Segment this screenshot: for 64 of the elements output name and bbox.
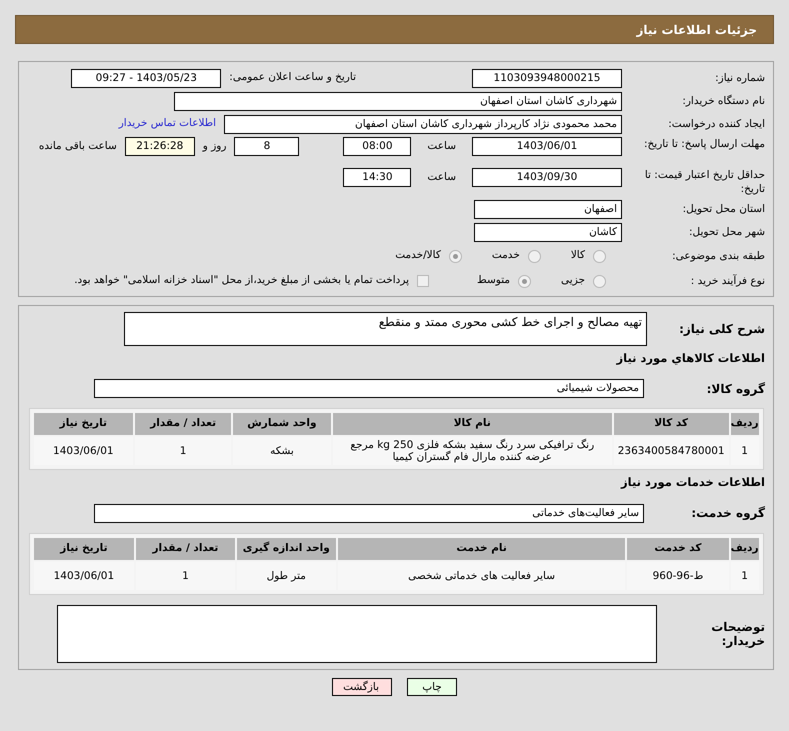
date-field: 1403/09/30: [472, 168, 622, 187]
field-label: شماره نیاز:: [714, 71, 765, 85]
time-field: 08:00: [343, 137, 412, 156]
field-label: ساعت باقی مانده: [38, 139, 117, 154]
field-label: شرح کلی نیاز:: [678, 322, 765, 336]
column-header: نام خدمت: [338, 538, 626, 560]
announce-date-field: 1403/05/23 - 09:27: [71, 68, 222, 88]
buyer-contact-link[interactable]: اطلاعات تماس خریدار: [118, 116, 216, 132]
goods-group-field: محصولات شیمیائی: [94, 379, 644, 398]
field-label: روز و: [202, 139, 226, 154]
column-header: تعداد / مقدار: [136, 538, 235, 560]
column-header: کد کالا: [614, 413, 729, 436]
radio-button[interactable]: [593, 274, 606, 288]
section-title: اطلاعات خدمات مورد نیاز: [620, 474, 765, 492]
city-field: کاشان: [474, 222, 622, 242]
checkbox[interactable]: [417, 275, 430, 287]
buyer-org-field: شهرداری کاشان استان اصفهان: [174, 92, 622, 110]
province-field: اصفهان: [474, 200, 622, 218]
field-label: گروه کالا:: [706, 382, 765, 396]
column-header: واحد اندازه گیری: [236, 538, 336, 560]
days-field: 8: [234, 137, 300, 156]
radio-label: متوسط: [477, 273, 510, 288]
field-label: استان محل تحویل:: [682, 202, 765, 216]
radio-label: جزیی: [561, 273, 585, 288]
column-header: نام کالا: [332, 413, 612, 436]
need-number-field: 1103093948000215: [472, 68, 622, 88]
requester-field: محمد محمودی نژاد کارپرداز شهرداری کاشان استان اصفهان: [224, 114, 622, 134]
radio-label: کالا: [570, 248, 585, 264]
field-label: شهر محل تحویل:: [688, 225, 765, 239]
column-header: تعداد / مقدار: [135, 413, 232, 436]
remaining-time-field: 21:26:28: [124, 137, 195, 156]
field-label: ایجاد کننده درخواست:: [667, 117, 765, 131]
radio-button[interactable]: [448, 250, 462, 262]
page-title: جزئیات اطلاعات نیاز: [636, 22, 757, 38]
radio-button[interactable]: [518, 274, 532, 288]
field-label: نوع فرآیند خرید :: [690, 274, 765, 288]
print-button[interactable]: چاپ: [407, 678, 457, 696]
field-label: حداقل تاریخ اعتبار قیمت: تا تاریخ:: [644, 168, 765, 196]
radio-button[interactable]: [593, 250, 606, 262]
buyer-notes-field[interactable]: [57, 604, 657, 662]
column-header: کد خدمت: [627, 538, 729, 560]
field-label: تاریخ و ساعت اعلان عمومی:: [229, 70, 356, 86]
field-label: مهلت ارسال پاسخ: تا تاریخ:: [642, 137, 765, 151]
radio-label: کالا/خدمت: [395, 248, 441, 264]
back-button[interactable]: بازگشت: [332, 678, 392, 696]
column-header: ردیف: [730, 538, 758, 560]
description-field[interactable]: تهیه مصالح و اجرای خط کشی محوری ممتد و منقطع: [124, 312, 647, 346]
time-field: 14:30: [343, 168, 412, 187]
service-group-field: سایر فعالیت‌های خدماتی: [94, 504, 644, 522]
field-label: طبقه بندی موضوعی:: [671, 249, 765, 263]
field-label: نام دستگاه خریدار:: [681, 94, 765, 108]
payment-note: پرداخت تمام یا بخشی از مبلغ خرید،از محل "اسناد خزانه اسلامی" خواهد بود.: [74, 273, 410, 288]
field-label: ساعت: [426, 139, 457, 154]
column-header: تاریخ نیاز: [34, 413, 134, 436]
field-label: ساعت: [426, 170, 457, 185]
field-label: گروه خدمت:: [690, 506, 765, 520]
date-field: 1403/06/01: [472, 137, 622, 156]
column-header: تاریخ نیاز: [34, 538, 134, 560]
field-label: توضیحات خریدار:: [710, 620, 765, 648]
radio-button[interactable]: [528, 250, 541, 262]
column-header: واحد شمارش: [233, 413, 331, 436]
section-title: اطلاعات کالاهاي مورد نياز: [615, 350, 765, 367]
column-header: ردیف: [730, 413, 758, 436]
radio-label: خدمت: [492, 248, 520, 264]
